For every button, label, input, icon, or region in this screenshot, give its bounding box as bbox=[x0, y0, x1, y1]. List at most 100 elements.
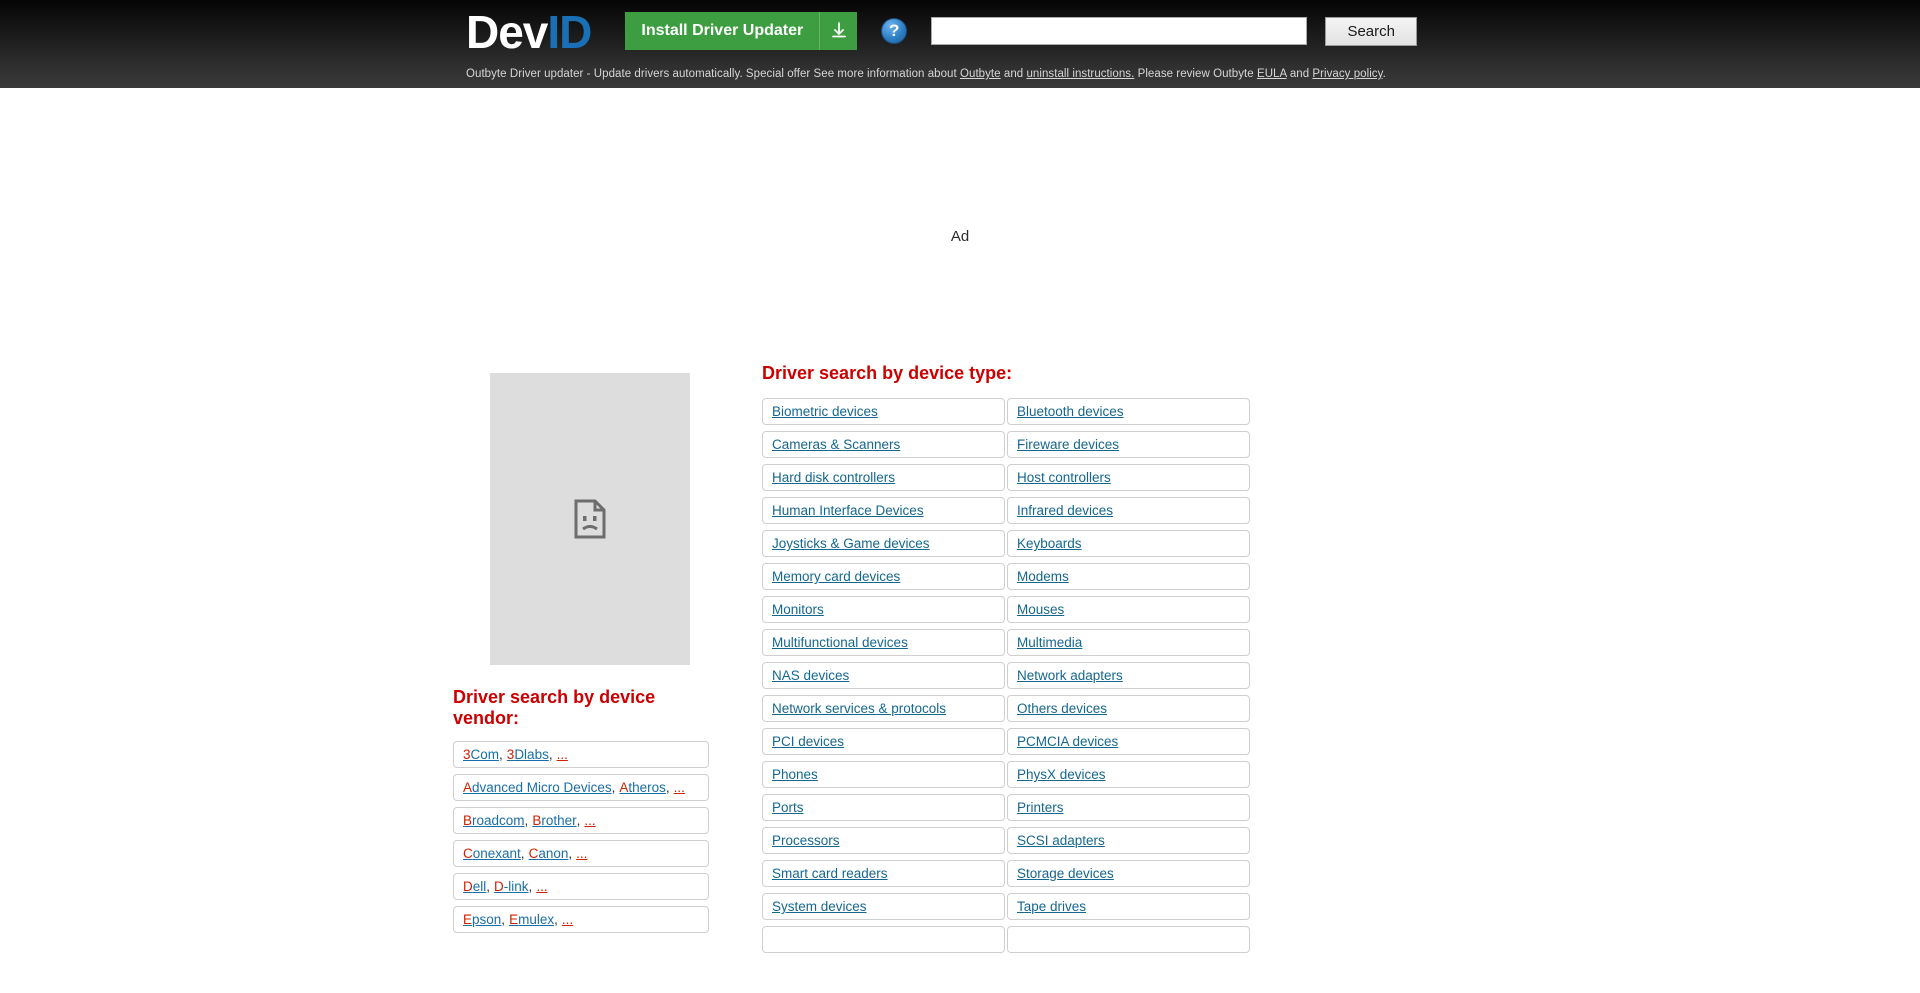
disclaimer-link-uninstall-instructions[interactable]: uninstall instructions. bbox=[1026, 68, 1134, 80]
device-type-link[interactable]: Printers bbox=[1017, 800, 1064, 815]
vendor-more-link[interactable]: ... bbox=[576, 846, 587, 861]
device-type-row[interactable]: Bluetooth devices bbox=[1007, 398, 1250, 425]
vendor-more-link[interactable]: ... bbox=[584, 813, 595, 828]
device-type-link[interactable]: PCMCIA devices bbox=[1017, 734, 1118, 749]
device-type-row[interactable]: Network adapters bbox=[1007, 662, 1250, 689]
vendor-more-link[interactable]: ... bbox=[674, 780, 685, 795]
device-type-link[interactable]: Biometric devices bbox=[772, 404, 878, 419]
device-type-link[interactable]: Network services & protocols bbox=[772, 701, 946, 716]
vendor-link[interactable]: Advanced Micro Devices bbox=[463, 780, 612, 795]
device-type-row[interactable]: PCI devices bbox=[762, 728, 1005, 755]
device-type-link[interactable]: Network adapters bbox=[1017, 668, 1123, 683]
device-type-row[interactable]: Keyboards bbox=[1007, 530, 1250, 557]
vendor-link[interactable]: Epson bbox=[463, 912, 501, 927]
vendor-link[interactable]: D-link bbox=[494, 879, 529, 894]
device-type-row[interactable]: PCMCIA devices bbox=[1007, 728, 1250, 755]
device-type-link[interactable]: Mouses bbox=[1017, 602, 1064, 617]
search-input[interactable] bbox=[931, 17, 1308, 45]
device-type-link[interactable]: Multimedia bbox=[1017, 635, 1082, 650]
disclaimer-link-outbyte[interactable]: Outbyte bbox=[960, 68, 1001, 80]
device-type-link[interactable]: Keyboards bbox=[1017, 536, 1082, 551]
vendor-row[interactable]: Dell, D-link,... bbox=[453, 873, 709, 900]
disclaimer-link-eula[interactable]: EULA bbox=[1257, 68, 1287, 80]
vendor-row[interactable]: Epson, Emulex,... bbox=[453, 906, 709, 933]
vendor-link[interactable]: 3Com bbox=[463, 747, 499, 762]
device-type-link[interactable]: PCI devices bbox=[772, 734, 844, 749]
vendor-more-link[interactable]: ... bbox=[557, 747, 568, 762]
device-type-row[interactable]: Human Interface Devices bbox=[762, 497, 1005, 524]
device-type-link[interactable]: NAS devices bbox=[772, 668, 849, 683]
device-type-row[interactable]: Printers bbox=[1007, 794, 1250, 821]
device-type-row[interactable]: Memory card devices bbox=[762, 563, 1005, 590]
device-type-row[interactable]: NAS devices bbox=[762, 662, 1005, 689]
device-type-row[interactable]: System devices bbox=[762, 893, 1005, 920]
vendor-link[interactable]: Emulex bbox=[509, 912, 554, 927]
device-type-row[interactable]: Processors bbox=[762, 827, 1005, 854]
help-icon[interactable]: ? bbox=[881, 18, 908, 44]
device-type-link[interactable]: Joysticks & Game devices bbox=[772, 536, 930, 551]
vendor-more-link[interactable]: ... bbox=[562, 912, 573, 927]
device-type-row[interactable]: Mouses bbox=[1007, 596, 1250, 623]
vendor-list: 3Com, 3Dlabs,... Advanced Micro Devices, A… bbox=[453, 741, 709, 933]
device-type-row[interactable]: Storage devices bbox=[1007, 860, 1250, 887]
device-type-link[interactable]: Hard disk controllers bbox=[772, 470, 895, 485]
device-type-row[interactable]: SCSI adapters bbox=[1007, 827, 1250, 854]
site-logo[interactable]: DevID bbox=[466, 9, 592, 55]
device-type-row[interactable]: Fireware devices bbox=[1007, 431, 1250, 458]
vendor-link[interactable]: Brother bbox=[532, 813, 576, 828]
device-type-row[interactable]: Host controllers bbox=[1007, 464, 1250, 491]
vendor-link[interactable]: 3Dlabs bbox=[507, 747, 549, 762]
device-type-link[interactable]: Infrared devices bbox=[1017, 503, 1113, 518]
device-type-link[interactable]: Host controllers bbox=[1017, 470, 1111, 485]
vendor-link[interactable]: Canon bbox=[529, 846, 569, 861]
device-type-row[interactable]: Network services & protocols bbox=[762, 695, 1005, 722]
device-type-link[interactable]: Smart card readers bbox=[772, 866, 888, 881]
device-type-row[interactable]: Modems bbox=[1007, 563, 1250, 590]
device-type-row[interactable]: Multifunctional devices bbox=[762, 629, 1005, 656]
device-type-link[interactable]: Fireware devices bbox=[1017, 437, 1119, 452]
device-type-link[interactable]: Cameras & Scanners bbox=[772, 437, 900, 452]
vendor-more-link[interactable]: ... bbox=[536, 879, 547, 894]
device-type-link[interactable]: System devices bbox=[772, 899, 867, 914]
device-type-link[interactable]: Others devices bbox=[1017, 701, 1107, 716]
vendor-link[interactable]: Broadcom bbox=[463, 813, 525, 828]
install-driver-updater-button[interactable]: Install Driver Updater bbox=[625, 12, 858, 50]
device-type-link[interactable]: Processors bbox=[772, 833, 840, 848]
device-type-link[interactable]: Phones bbox=[772, 767, 818, 782]
device-type-link[interactable]: SCSI adapters bbox=[1017, 833, 1105, 848]
vendor-link[interactable]: Atheros bbox=[619, 780, 666, 795]
device-type-row[interactable]: Multimedia bbox=[1007, 629, 1250, 656]
vendor-row[interactable]: 3Com, 3Dlabs,... bbox=[453, 741, 709, 768]
device-type-link[interactable]: Modems bbox=[1017, 569, 1069, 584]
device-type-row[interactable]: Smart card readers bbox=[762, 860, 1005, 887]
device-type-link[interactable]: Human Interface Devices bbox=[772, 503, 924, 518]
device-type-row[interactable]: Joysticks & Game devices bbox=[762, 530, 1005, 557]
device-type-row[interactable]: Biometric devices bbox=[762, 398, 1005, 425]
vendor-row[interactable]: Advanced Micro Devices, Atheros,... bbox=[453, 774, 709, 801]
device-type-row[interactable]: Monitors bbox=[762, 596, 1005, 623]
device-type-row[interactable] bbox=[1007, 926, 1250, 953]
device-type-row[interactable]: Hard disk controllers bbox=[762, 464, 1005, 491]
vendor-row[interactable]: Conexant, Canon,... bbox=[453, 840, 709, 867]
device-type-link[interactable]: Multifunctional devices bbox=[772, 635, 908, 650]
disclaimer-link-privacy-policy[interactable]: Privacy policy bbox=[1312, 68, 1382, 80]
device-type-link[interactable]: Tape drives bbox=[1017, 899, 1086, 914]
vendor-link[interactable]: Dell bbox=[463, 879, 486, 894]
device-type-row[interactable]: Phones bbox=[762, 761, 1005, 788]
vendor-row[interactable]: Broadcom, Brother,... bbox=[453, 807, 709, 834]
device-type-row[interactable]: Ports bbox=[762, 794, 1005, 821]
device-type-row[interactable]: Others devices bbox=[1007, 695, 1250, 722]
device-type-link[interactable]: Ports bbox=[772, 800, 804, 815]
search-button[interactable]: Search bbox=[1325, 16, 1418, 46]
device-type-row[interactable]: Tape drives bbox=[1007, 893, 1250, 920]
device-type-link[interactable]: Bluetooth devices bbox=[1017, 404, 1124, 419]
device-type-link[interactable]: Monitors bbox=[772, 602, 824, 617]
device-type-link[interactable]: Storage devices bbox=[1017, 866, 1114, 881]
device-type-link[interactable]: Memory card devices bbox=[772, 569, 900, 584]
vendor-link[interactable]: Conexant bbox=[463, 846, 521, 861]
device-type-row[interactable] bbox=[762, 926, 1005, 953]
device-type-row[interactable]: PhysX devices bbox=[1007, 761, 1250, 788]
device-type-link[interactable]: PhysX devices bbox=[1017, 767, 1106, 782]
device-type-row[interactable]: Infrared devices bbox=[1007, 497, 1250, 524]
device-type-row[interactable]: Cameras & Scanners bbox=[762, 431, 1005, 458]
